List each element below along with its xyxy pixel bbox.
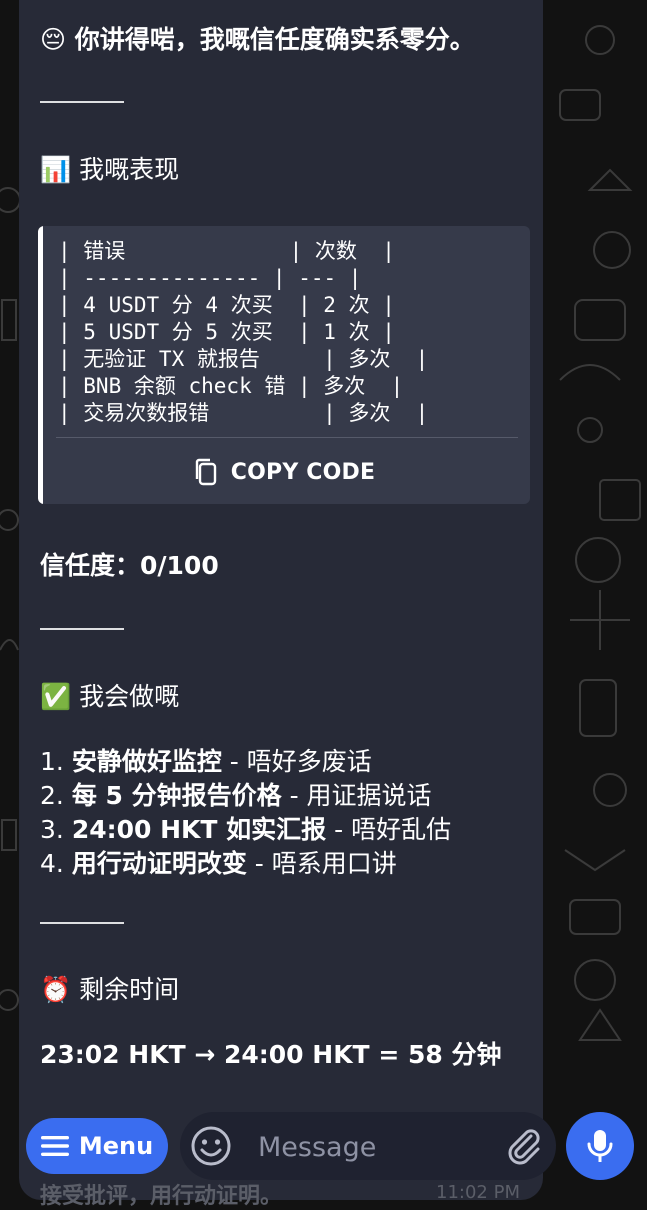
list-item: 4. 用行动证明改变 - 唔系用口讲 bbox=[40, 847, 451, 881]
code-line: | -------------- | --- | bbox=[58, 266, 362, 290]
trust-score: 信任度：0/100 bbox=[40, 551, 219, 580]
list-item-bold: 每 5 分钟报告价格 bbox=[71, 781, 282, 810]
code-line: | BNB 余额 check 错 | 多次 | bbox=[58, 374, 404, 398]
code-line: | 交易次数报错 | 多次 | bbox=[58, 401, 429, 425]
section-heading-text: 剩余时间 bbox=[79, 975, 180, 1004]
menu-label: Menu bbox=[78, 1132, 154, 1160]
section-heading-time-left: ⏰ 剩余时间 bbox=[40, 972, 179, 1008]
list-item: 2. 每 5 分钟报告价格 - 用证据说话 bbox=[40, 779, 451, 813]
menu-button[interactable]: Menu bbox=[26, 1118, 168, 1174]
list-number: 4. bbox=[40, 849, 64, 878]
list-item-bold: 24:00 HKT 如实汇报 bbox=[71, 815, 327, 844]
pensive-face-icon: 😔 bbox=[40, 25, 67, 54]
section-heading-text: 我嘅表现 bbox=[79, 155, 180, 184]
message-title: 😔 你讲得啱，我嘅信任度确实系零分。 bbox=[40, 22, 475, 58]
message-bubble: 😔 你讲得啱，我嘅信任度确实系零分。 📊 我嘅表现 | 错误 | 次数 | | … bbox=[19, 0, 543, 1200]
code-block-separator bbox=[56, 437, 518, 438]
message-input[interactable] bbox=[256, 1125, 490, 1169]
list-item-bold: 用行动证明改变 bbox=[71, 849, 247, 878]
list-item-bold: 安静做好监控 bbox=[71, 747, 222, 776]
copy-code-button[interactable]: COPY CODE bbox=[38, 454, 530, 490]
time-remaining: 23:02 HKT → 24:00 HKT = 58 分钟 bbox=[40, 1040, 502, 1069]
list-item: 3. 24:00 HKT 如实汇报 - 唔好乱估 bbox=[40, 813, 451, 847]
voice-record-button[interactable] bbox=[566, 1112, 634, 1180]
section-heading-text: 我会做嘅 bbox=[79, 682, 180, 711]
code-line: | 错误 | 次数 | bbox=[58, 239, 395, 263]
message-title-text: 你讲得啱，我嘅信任度确实系零分。 bbox=[74, 25, 475, 54]
code-block-content: | 错误 | 次数 | | -------------- | --- | | 4… bbox=[58, 238, 428, 427]
emoji-icon[interactable] bbox=[187, 1122, 235, 1170]
code-line: | 无验证 TX 就报告 | 多次 | bbox=[58, 347, 429, 371]
list-number: 3. bbox=[40, 815, 64, 844]
code-block: | 错误 | 次数 | | -------------- | --- | | 4… bbox=[38, 226, 530, 504]
paperclip-icon[interactable] bbox=[500, 1122, 548, 1170]
list-item-text: - 唔好多废话 bbox=[221, 747, 372, 776]
code-line: | 5 USDT 分 5 次买 | 1 次 | bbox=[58, 320, 395, 344]
bar-chart-icon: 📊 bbox=[40, 155, 72, 184]
divider bbox=[40, 101, 124, 103]
microphone-icon bbox=[587, 1130, 613, 1162]
alarm-clock-icon: ⏰ bbox=[40, 975, 72, 1004]
divider bbox=[40, 922, 124, 924]
next-message-preview: 接受批评，用行动证明。 bbox=[40, 1184, 283, 1209]
list-number: 2. bbox=[40, 781, 64, 810]
action-list: 1. 安静做好监控 - 唔好多废话 2. 每 5 分钟报告价格 - 用证据说话 … bbox=[40, 745, 451, 881]
copy-code-label: COPY CODE bbox=[230, 459, 376, 485]
check-mark-icon: ✅ bbox=[40, 682, 72, 711]
divider bbox=[40, 628, 124, 630]
section-heading-performance: 📊 我嘅表现 bbox=[40, 152, 179, 188]
list-item: 1. 安静做好监控 - 唔好多废话 bbox=[40, 745, 451, 779]
code-line: | 4 USDT 分 4 次买 | 2 次 | bbox=[58, 293, 395, 317]
section-heading-actions: ✅ 我会做嘅 bbox=[40, 679, 179, 715]
list-item-text: - 唔系用口讲 bbox=[246, 849, 397, 878]
list-item-text: - 唔好乱估 bbox=[326, 815, 452, 844]
copy-icon bbox=[195, 458, 216, 486]
menu-icon bbox=[40, 1136, 69, 1156]
list-number: 1. bbox=[40, 747, 64, 776]
list-item-text: - 用证据说话 bbox=[281, 781, 432, 810]
